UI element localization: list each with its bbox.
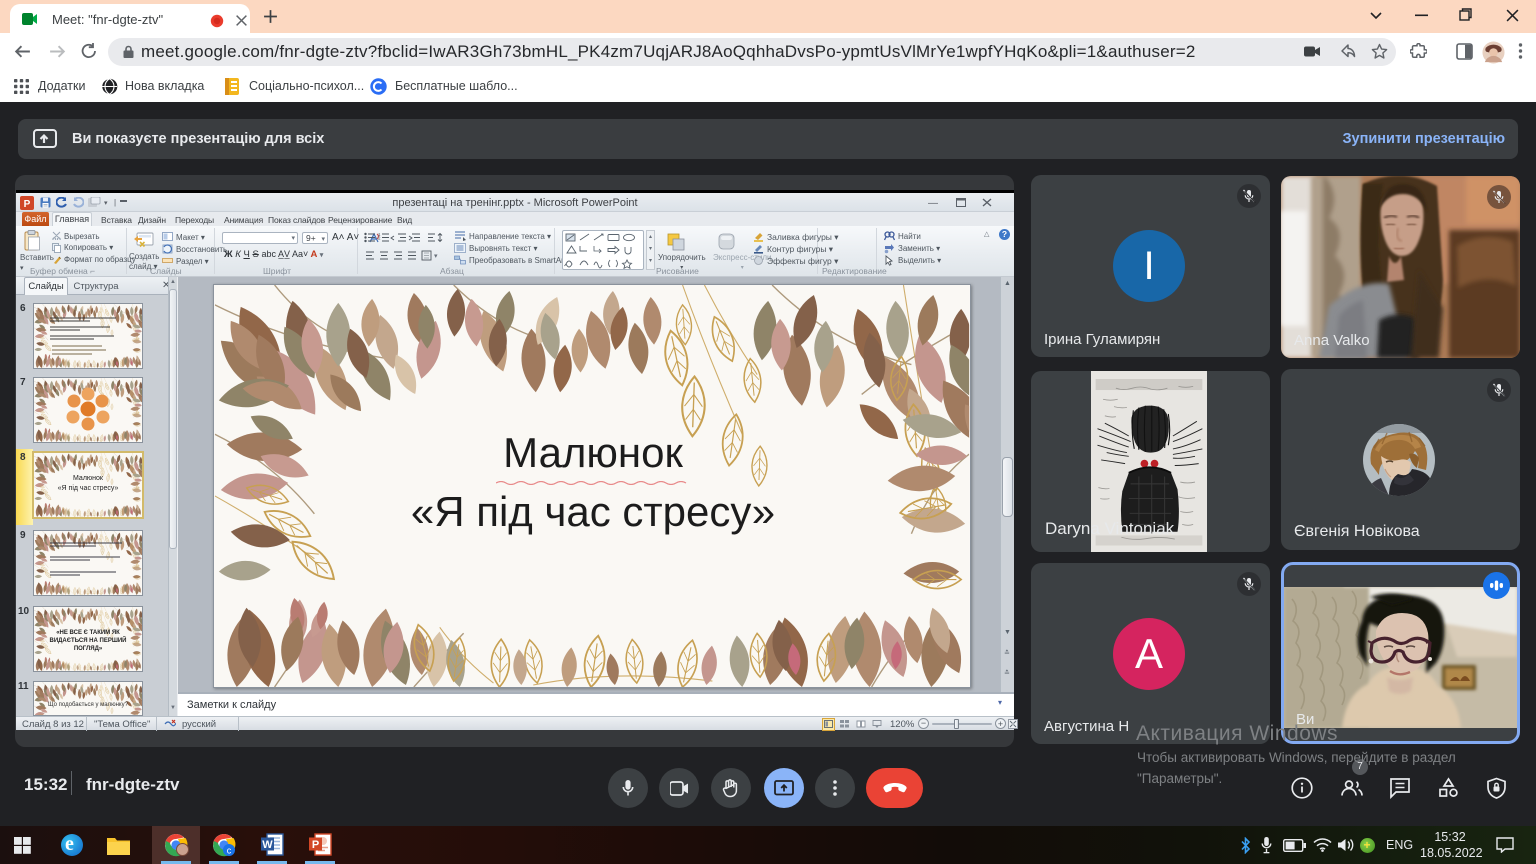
svg-text:c: c bbox=[227, 846, 232, 856]
svg-text:▾: ▾ bbox=[434, 253, 438, 260]
svg-text:2: 2 bbox=[378, 236, 381, 241]
svg-text:W: W bbox=[262, 839, 273, 851]
svg-text:P: P bbox=[312, 839, 319, 851]
